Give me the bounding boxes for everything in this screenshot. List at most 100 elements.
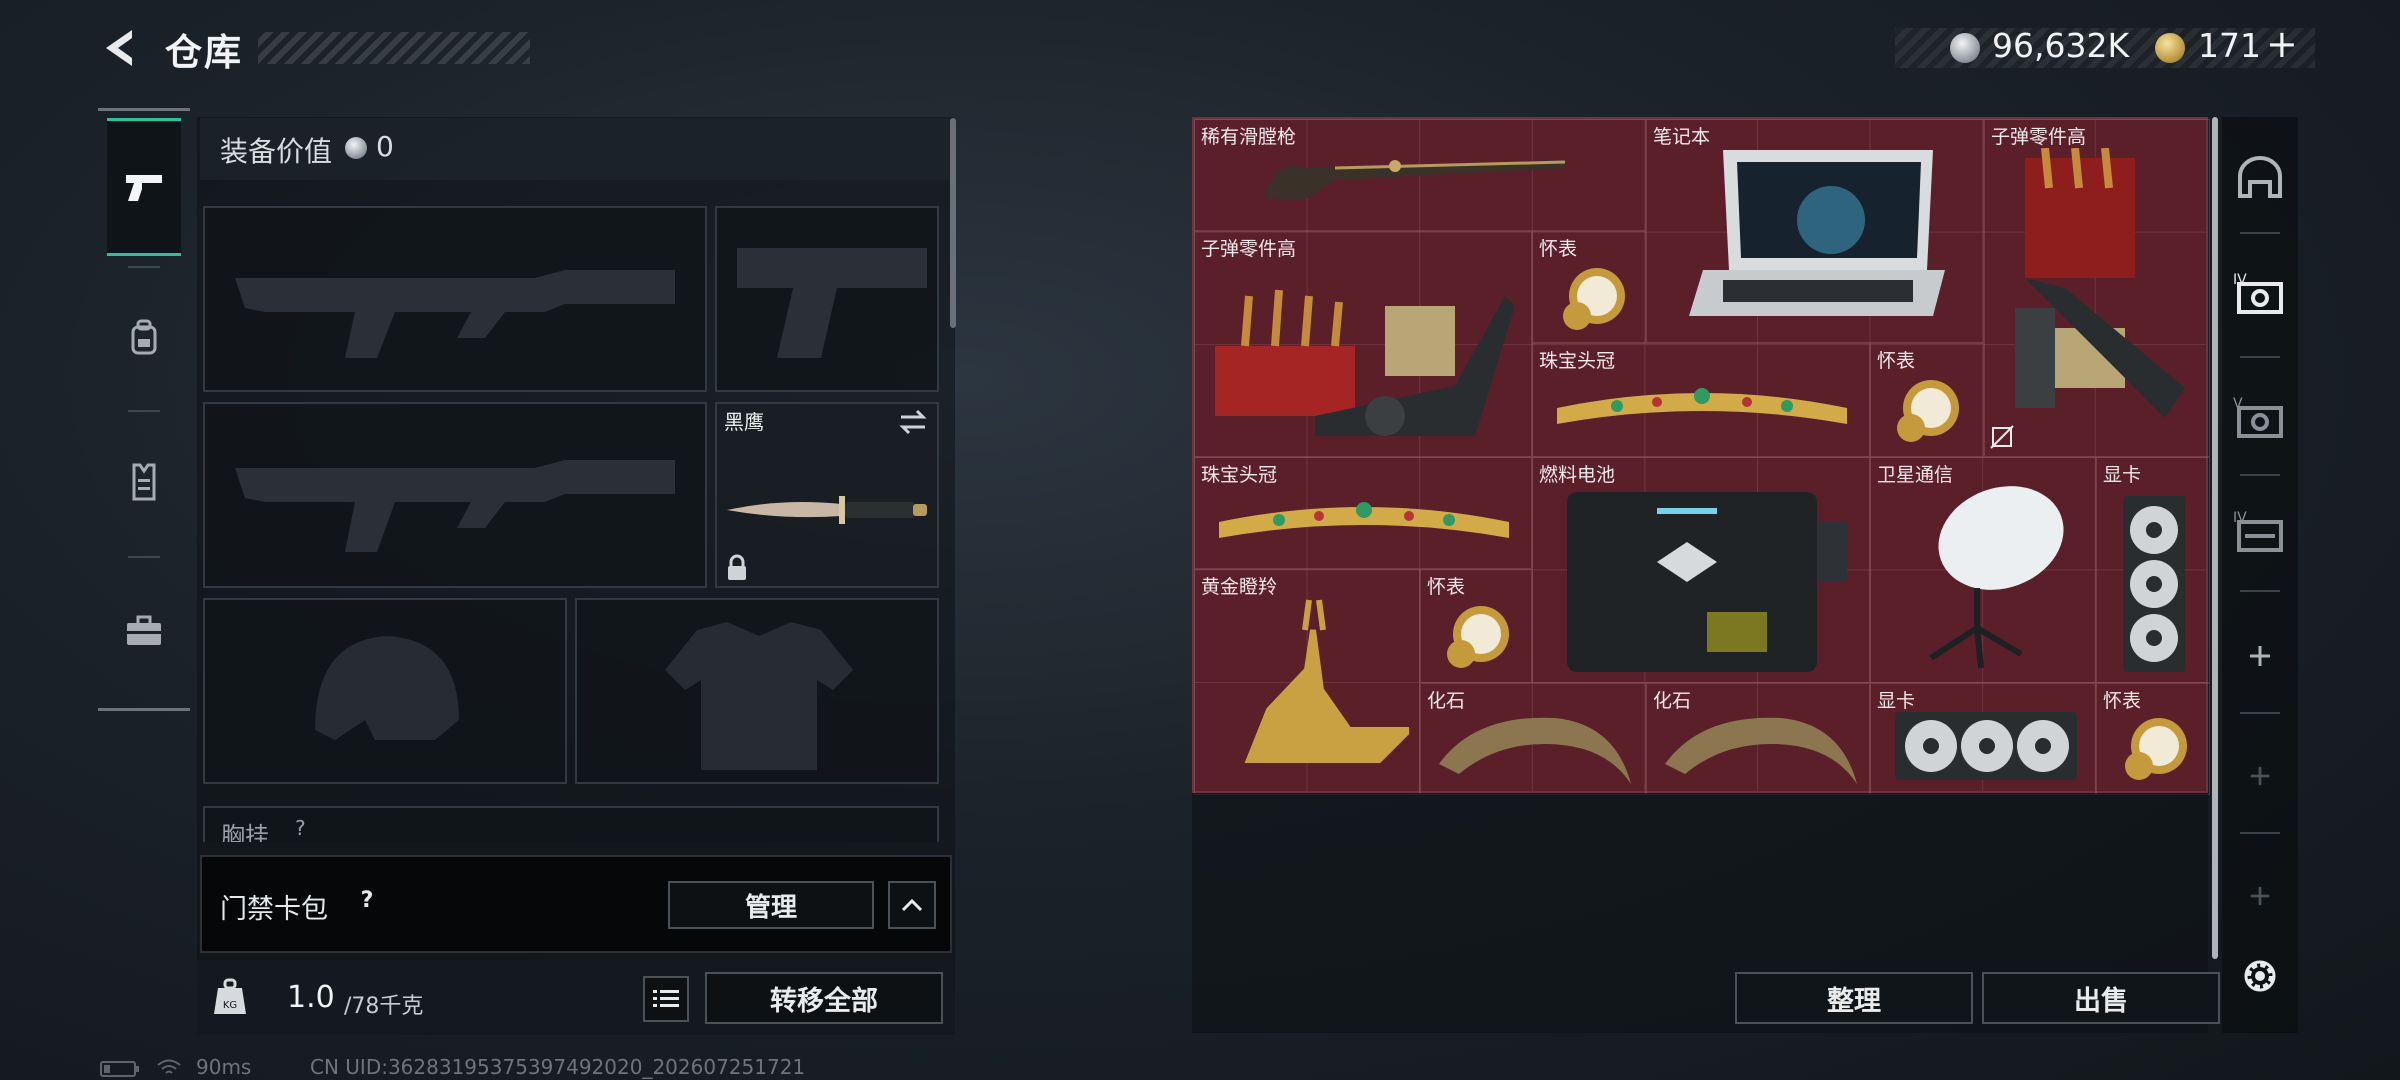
manage-button[interactable]: 管理 <box>668 881 874 929</box>
pocket-watch-icon <box>1447 606 1509 668</box>
ammo-parts-icon <box>1215 289 1515 436</box>
storage-item[interactable]: 黄金瞪羚 <box>1194 569 1420 795</box>
storage-item[interactable]: 怀表 <box>1532 231 1646 343</box>
add-page-icon <box>2250 886 2270 906</box>
knife-icon <box>727 496 927 524</box>
rail-divider <box>2240 590 2280 592</box>
graphics-card-icon <box>2123 496 2185 672</box>
chest-rig-help-icon[interactable]: ? <box>295 816 306 840</box>
storage-scrollbar[interactable] <box>2212 117 2218 959</box>
storage-item[interactable]: 怀表 <box>2096 683 2210 795</box>
tab-divider <box>128 410 160 412</box>
ammo-parts-icon <box>2015 148 2185 418</box>
storage-item[interactable]: 化石 <box>1646 683 1870 795</box>
tab-case[interactable] <box>107 562 181 700</box>
storage-item[interactable]: 怀表 <box>1870 343 1984 457</box>
silver-amount: 96,632K <box>1992 26 2130 65</box>
storage-item[interactable]: 显卡 <box>2096 457 2210 683</box>
item-label: 怀表 <box>1427 576 1466 598</box>
sealed-icon <box>1990 425 2014 449</box>
secondary-weapon-slot[interactable] <box>715 206 939 392</box>
equipment-scrollbar[interactable] <box>950 118 956 328</box>
item-label: 子弹零件高 <box>1201 238 1297 260</box>
storage-grid[interactable]: 稀有滑膛枪 笔记本 子弹零件高 子弹零件高 怀表 珠宝头冠 怀表 珠宝头冠 燃料… <box>1192 117 2210 795</box>
melee-weapon-slot[interactable]: 黑鹰 <box>715 402 939 588</box>
storage-item[interactable]: 化石 <box>1420 683 1646 795</box>
settings-button[interactable] <box>2230 946 2290 1006</box>
gold-add-button[interactable]: + <box>2266 22 2298 66</box>
laptop-icon <box>1689 150 1945 316</box>
lock-icon <box>728 554 746 580</box>
storage-item[interactable]: 笔记本 <box>1646 119 1984 343</box>
tab-weapons[interactable] <box>107 118 181 256</box>
gold-coin-icon <box>2155 33 2185 63</box>
back-arrow-icon[interactable] <box>98 26 142 70</box>
pistol-icon <box>126 175 162 201</box>
fossil-claw-icon <box>1439 717 1631 784</box>
rail-divider <box>2240 356 2280 358</box>
rail-divider <box>2240 232 2280 234</box>
transfer-all-button[interactable]: 转移全部 <box>705 972 943 1024</box>
ping-text: 90ms <box>196 1055 252 1079</box>
helmet-slot[interactable] <box>203 598 567 784</box>
chest-rig-slot[interactable]: 胸挂 ? <box>203 806 939 842</box>
storage-item[interactable]: 怀表 <box>1420 569 1532 683</box>
pocket-watch-icon <box>1897 380 1959 442</box>
weight-max: /78千克 <box>344 994 424 1019</box>
backpack-icon <box>131 319 157 355</box>
uid-text: CN UID:362831953753974920​20_20260725172… <box>310 1055 806 1079</box>
add-storage-page-button-locked[interactable] <box>2230 746 2290 806</box>
weight-kg-icon: KG <box>214 978 246 1014</box>
add-storage-page-button-locked[interactable] <box>2230 866 2290 926</box>
storage-item[interactable]: 珠宝头冠 <box>1532 343 1870 457</box>
rail-top-divider <box>98 108 190 111</box>
access-card-bar: 门禁卡包 ? 管理 <box>200 855 952 953</box>
storage-item[interactable]: 显卡 <box>1870 683 2096 795</box>
tiara-icon <box>1557 388 1847 424</box>
page-title: 仓库 <box>165 31 243 74</box>
rifle-silhouette-icon <box>235 270 675 358</box>
list-view-button[interactable] <box>643 976 689 1022</box>
tab-backpack[interactable] <box>107 268 181 406</box>
storage-page-helmet[interactable] <box>2230 148 2290 208</box>
briefcase-icon <box>127 615 161 645</box>
primary-weapon-slot-2[interactable] <box>203 402 707 588</box>
pocket-watch-icon <box>2125 718 2187 780</box>
access-card-help-icon[interactable]: ? <box>352 885 382 915</box>
storage-item[interactable]: 燃料电池 <box>1532 457 1870 683</box>
chest-rig-label: 胸挂 <box>221 822 269 842</box>
storage-page-4[interactable]: IV <box>2230 262 2290 322</box>
add-page-icon <box>2250 766 2270 786</box>
helmet-icon <box>2238 156 2282 198</box>
storage-item[interactable]: 珠宝头冠 <box>1194 457 1532 569</box>
rail-bottom-divider <box>98 708 190 711</box>
tiara-icon <box>1219 502 1509 538</box>
rail-divider <box>2240 832 2280 834</box>
add-storage-page-button[interactable] <box>2230 626 2290 686</box>
storage-item[interactable]: 子弹零件高 <box>1194 231 1532 457</box>
item-label: 子弹零件高 <box>1991 126 2087 148</box>
swap-arrows-icon[interactable] <box>897 408 929 436</box>
primary-weapon-slot-1[interactable] <box>203 206 707 392</box>
item-label: 怀表 <box>2103 690 2142 712</box>
silver-coin-icon <box>345 137 367 159</box>
storage-item[interactable]: 子弹零件高 <box>1984 119 2210 457</box>
storage-item[interactable]: 稀有滑膛枪 <box>1194 119 1646 231</box>
silver-coin-icon <box>1950 33 1980 63</box>
sort-button[interactable]: 整理 <box>1735 972 1973 1024</box>
rail-divider <box>2240 712 2280 714</box>
kg-text: KG <box>223 1000 237 1011</box>
wifi-icon <box>157 1059 181 1074</box>
armor-slot[interactable] <box>575 598 939 784</box>
tab-vest[interactable] <box>107 413 181 551</box>
musket-icon <box>1265 160 1566 200</box>
gold-amount: 171 <box>2198 26 2261 65</box>
storage-page-5[interactable]: V <box>2230 386 2290 446</box>
sell-button[interactable]: 出售 <box>1982 972 2220 1024</box>
collapse-button[interactable] <box>888 881 936 929</box>
item-label: 显卡 <box>2103 464 2142 486</box>
storage-item[interactable]: 卫星通信 <box>1870 457 2096 683</box>
fuel-cell-icon <box>1567 492 1847 672</box>
storage-page-6[interactable]: IV <box>2230 500 2290 560</box>
item-label: 怀表 <box>1539 238 1578 260</box>
